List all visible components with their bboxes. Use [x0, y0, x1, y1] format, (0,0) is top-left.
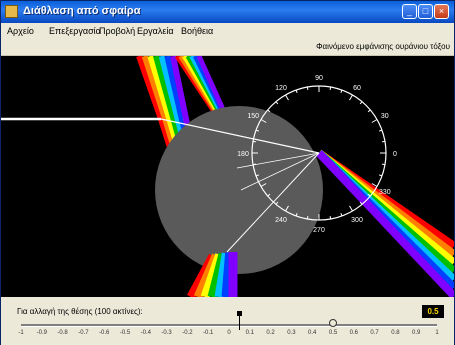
- protractor-tick: [359, 101, 363, 105]
- menu-file[interactable]: Αρχείο: [7, 26, 34, 36]
- slider-tick-label: 0.3: [287, 330, 296, 336]
- protractor-label: 330: [379, 189, 391, 196]
- slider-tick-label: -0.2: [182, 330, 193, 336]
- slider-tick-labels: -1 -0.9 -0.8 -0.7 -0.6 -0.5 -0.4 -0.3 -0.2 -0.1 0 0…: [13, 330, 445, 340]
- simulation-canvas[interactable]: 60 90 120 150 180 240 270 300 330 0 30: [1, 56, 454, 297]
- slider-tick-label: -0.8: [57, 330, 68, 336]
- menu-view[interactable]: Προβολή: [99, 26, 135, 36]
- spectrum-band: [316, 150, 454, 297]
- maximize-button[interactable]: □: [418, 4, 433, 19]
- protractor-tick: [381, 140, 386, 143]
- protractor-tick: [371, 119, 378, 123]
- protractor-tick: [329, 86, 332, 91]
- protractor-label: 30: [381, 113, 389, 120]
- app-icon: [5, 5, 18, 18]
- slider-tick-label: 0.6: [349, 330, 358, 336]
- slider-tick-label: -1: [18, 330, 24, 336]
- protractor-label: 180: [237, 151, 249, 158]
- protractor-tick: [252, 140, 257, 143]
- slider-tick-label: 0.9: [412, 330, 421, 336]
- slider-tick-label: 0.5: [328, 330, 338, 336]
- protractor-label: 150: [247, 113, 259, 120]
- center-marker: [239, 314, 240, 330]
- slider-tick-label: -0.7: [78, 330, 89, 336]
- protractor-tick: [275, 101, 279, 105]
- rainbow-scene: 60 90 120 150 180 240 270 300 330 0 30: [1, 56, 454, 297]
- slider-tick-label: 1: [435, 330, 439, 336]
- slider-tick-label: -0.6: [99, 330, 110, 336]
- protractor-tick: [306, 215, 309, 220]
- protractor-label: 270: [313, 227, 325, 234]
- position-slider-track[interactable]: [21, 324, 437, 327]
- menu-edit[interactable]: Επεξεργασία: [49, 26, 101, 36]
- protractor-tick: [295, 89, 298, 94]
- slider-tick-label: -0.1: [203, 330, 214, 336]
- slider-tick-label: -0.9: [36, 330, 47, 336]
- protractor-label: 120: [275, 85, 287, 92]
- menu-bar: Αρχείο Επεξεργασία Προβολή Εργαλεία Βοήθ…: [1, 23, 454, 39]
- protractor-tick: [252, 163, 257, 166]
- protractor-tick: [349, 94, 353, 101]
- slider-tick-label: 0.4: [308, 330, 317, 336]
- position-slider-thumb[interactable]: [329, 319, 337, 327]
- protractor-tick: [285, 94, 289, 101]
- app-window: Διάθλαση από σφαίρα _ □ × Αρχείο Επεξεργ…: [0, 0, 455, 345]
- protractor-tick: [340, 212, 343, 217]
- value-display: 0.5: [422, 305, 444, 318]
- title-bar[interactable]: Διάθλαση από σφαίρα _ □ ×: [1, 1, 454, 23]
- close-button[interactable]: ×: [434, 4, 449, 19]
- protractor-tick: [378, 129, 383, 132]
- slider-tick-label: -0.3: [161, 330, 172, 336]
- slider-tick-label: 0: [227, 330, 231, 336]
- slider-tick-label: 0.7: [370, 330, 379, 336]
- protractor-tick: [329, 215, 332, 220]
- slider-tick-label: 0.2: [266, 330, 275, 336]
- protractor-label: 0: [393, 151, 397, 158]
- protractor-tick: [349, 205, 353, 212]
- water-sphere: [155, 106, 323, 274]
- window-title: Διάθλαση από σφαίρα: [23, 5, 141, 17]
- protractor-tick: [381, 163, 386, 166]
- minimize-button[interactable]: _: [402, 4, 417, 19]
- protractor-tick: [340, 89, 343, 94]
- slider-tick-label: 0.8: [391, 330, 400, 336]
- protractor-tick: [306, 86, 309, 91]
- slider-tick-label: -0.5: [119, 330, 131, 336]
- menu-tools[interactable]: Εργαλεία: [137, 26, 174, 36]
- menu-help[interactable]: Βοήθεια: [181, 26, 213, 36]
- slider-tick-label: -0.4: [140, 330, 151, 336]
- slider-tick-label: 0.1: [245, 330, 254, 336]
- protractor-label: 240: [275, 217, 287, 224]
- protractor-tick: [378, 174, 383, 177]
- position-label: Για αλλαγή της θέσης (100 ακτίνες):: [17, 307, 143, 316]
- control-panel: Για αλλαγή της θέσης (100 ακτίνες): 0.5 …: [1, 299, 454, 345]
- toolbar: Φαινόμενο εμφάνισης ουράνιου τόξου: [1, 39, 454, 56]
- protractor-label: 60: [353, 85, 361, 92]
- protractor-tick: [367, 109, 371, 113]
- protractor-label: 90: [315, 75, 323, 82]
- toolbar-hint: Φαινόμενο εμφάνισης ουράνιου τόξου: [316, 42, 450, 51]
- protractor-label: 300: [351, 217, 363, 224]
